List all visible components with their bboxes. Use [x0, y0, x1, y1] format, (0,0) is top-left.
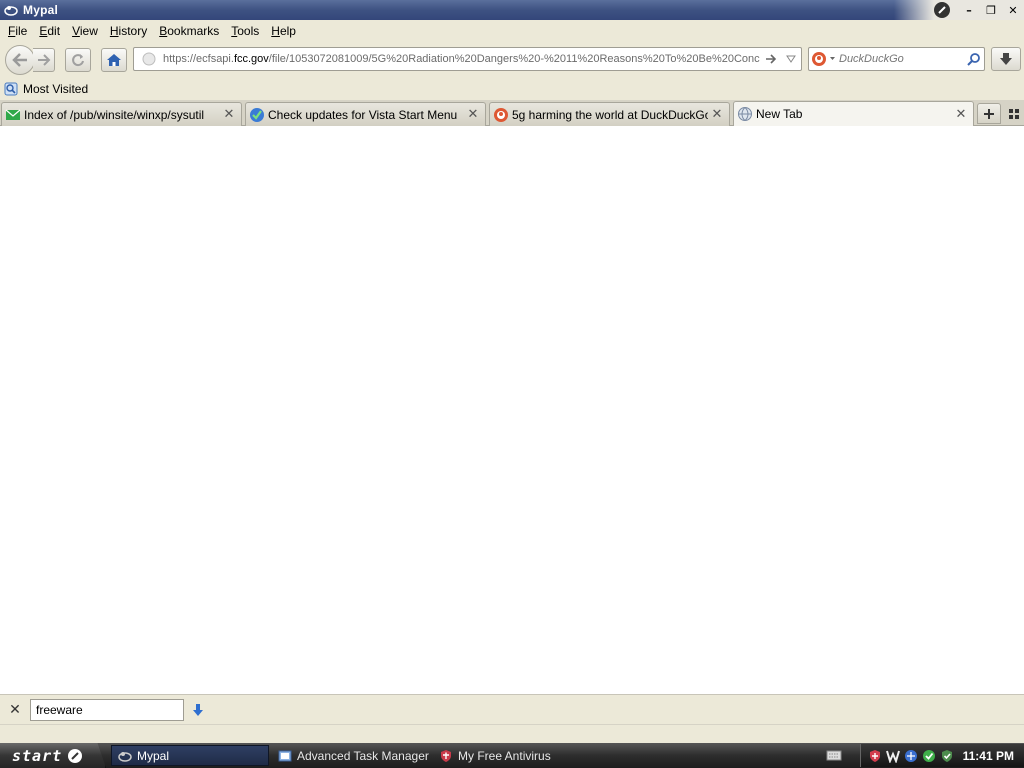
- downloads-button[interactable]: [991, 47, 1021, 71]
- tab-close-icon[interactable]: ✕: [708, 106, 726, 124]
- status-bar: [0, 724, 1024, 743]
- find-bar: ✕: [0, 694, 1024, 724]
- tab-close-icon[interactable]: ✕: [952, 105, 970, 123]
- search-bar[interactable]: [808, 47, 985, 71]
- arrow-down-icon: [193, 703, 203, 716]
- back-arrow-icon: [12, 53, 27, 67]
- search-input[interactable]: [839, 53, 964, 65]
- minimize-button[interactable]: –: [958, 1, 980, 19]
- network-icon[interactable]: [903, 748, 919, 764]
- taskbar-item-task-manager[interactable]: Advanced Task Manager: [272, 745, 430, 766]
- checkmark-icon: [249, 107, 265, 123]
- go-arrow-icon[interactable]: [761, 54, 781, 64]
- mypal-app-icon: [4, 3, 18, 17]
- menu-edit[interactable]: Edit: [33, 22, 66, 40]
- duckduckgo-icon: [493, 107, 509, 123]
- taskbar-item-antivirus[interactable]: My Free Antivirus: [433, 745, 591, 766]
- download-arrow-icon: [1000, 53, 1012, 65]
- tab-duckduckgo-search[interactable]: 5g harming the world at DuckDuckGo ✕: [489, 102, 730, 126]
- forward-arrow-icon: [37, 54, 50, 66]
- antivirus-icon: [439, 749, 453, 763]
- find-bar-close-icon[interactable]: ✕: [0, 702, 30, 718]
- url-text[interactable]: https://ecfsapi.fcc.gov/file/10530720810…: [163, 53, 761, 65]
- new-tab-button[interactable]: [977, 103, 1001, 124]
- tab-new-tab[interactable]: New Tab ✕: [733, 101, 974, 126]
- reload-button[interactable]: [65, 48, 91, 72]
- close-button[interactable]: ✕: [1002, 1, 1024, 19]
- taskbar-item-mypal[interactable]: Mypal: [111, 745, 269, 766]
- reload-icon: [72, 54, 84, 67]
- page-content[interactable]: [0, 126, 1024, 694]
- tab-index-of-pub[interactable]: Index of /pub/winsite/winxp/sysutil ✕: [1, 102, 242, 126]
- plus-icon: [984, 108, 994, 119]
- mypal-icon: [118, 749, 132, 763]
- url-dropdown-icon[interactable]: [781, 55, 801, 63]
- security-check-icon[interactable]: [939, 748, 955, 764]
- task-manager-icon: [278, 749, 292, 763]
- tab-close-icon[interactable]: ✕: [464, 106, 482, 124]
- start-orb-icon: [68, 748, 83, 763]
- menu-bar: File Edit View History Bookmarks Tools H…: [0, 20, 1024, 42]
- bookmarks-toolbar: Most Visited: [0, 78, 1024, 100]
- window-controls: – ❐ ✕: [894, 0, 1024, 20]
- home-button[interactable]: [101, 48, 127, 72]
- forward-button[interactable]: [33, 48, 55, 72]
- most-visited-icon: [4, 82, 18, 96]
- find-next-button[interactable]: [186, 699, 210, 721]
- restore-button[interactable]: ❐: [980, 1, 1002, 19]
- tab-strip: Index of /pub/winsite/winxp/sysutil ✕ Ch…: [0, 100, 1024, 126]
- menu-bookmarks[interactable]: Bookmarks: [153, 22, 225, 40]
- taskbar-clock[interactable]: 11:41 PM: [963, 749, 1014, 763]
- menu-tools[interactable]: Tools: [225, 22, 265, 40]
- back-button[interactable]: [5, 45, 35, 75]
- url-bar[interactable]: https://ecfsapi.fcc.gov/file/10530720810…: [133, 47, 802, 71]
- home-icon: [107, 54, 121, 66]
- tab-close-icon[interactable]: ✕: [220, 106, 238, 124]
- shield-icon[interactable]: [867, 748, 883, 764]
- winamp-icon[interactable]: [885, 748, 901, 764]
- site-identity-icon[interactable]: [141, 51, 157, 67]
- search-icon[interactable]: [964, 52, 984, 66]
- mypal-menu-icon[interactable]: [934, 2, 950, 18]
- duckduckgo-engine-icon[interactable]: [809, 48, 839, 70]
- menu-view[interactable]: View: [66, 22, 104, 40]
- tab-check-updates[interactable]: Check updates for Vista Start Menu ✕: [245, 102, 486, 126]
- menu-history[interactable]: History: [104, 22, 153, 40]
- menu-help[interactable]: Help: [265, 22, 302, 40]
- globe-icon: [737, 106, 753, 122]
- start-button[interactable]: start: [0, 743, 106, 768]
- bookmark-most-visited[interactable]: Most Visited: [4, 82, 88, 96]
- navigation-toolbar: https://ecfsapi.fcc.gov/file/10530720810…: [0, 42, 1024, 78]
- keyboard-icon[interactable]: [826, 748, 842, 762]
- taskbar: start Mypal Advanced Task Manager My Fre…: [0, 743, 1024, 768]
- title-bar[interactable]: Mypal – ❐ ✕: [0, 0, 1024, 20]
- window-title: Mypal: [23, 3, 59, 17]
- find-input[interactable]: [30, 698, 184, 721]
- list-all-tabs-icon[interactable]: [1006, 106, 1022, 122]
- system-tray: 11:41 PM: [860, 744, 1024, 767]
- directory-icon: [5, 107, 21, 123]
- update-icon[interactable]: [921, 748, 937, 764]
- menu-file[interactable]: File: [2, 22, 33, 40]
